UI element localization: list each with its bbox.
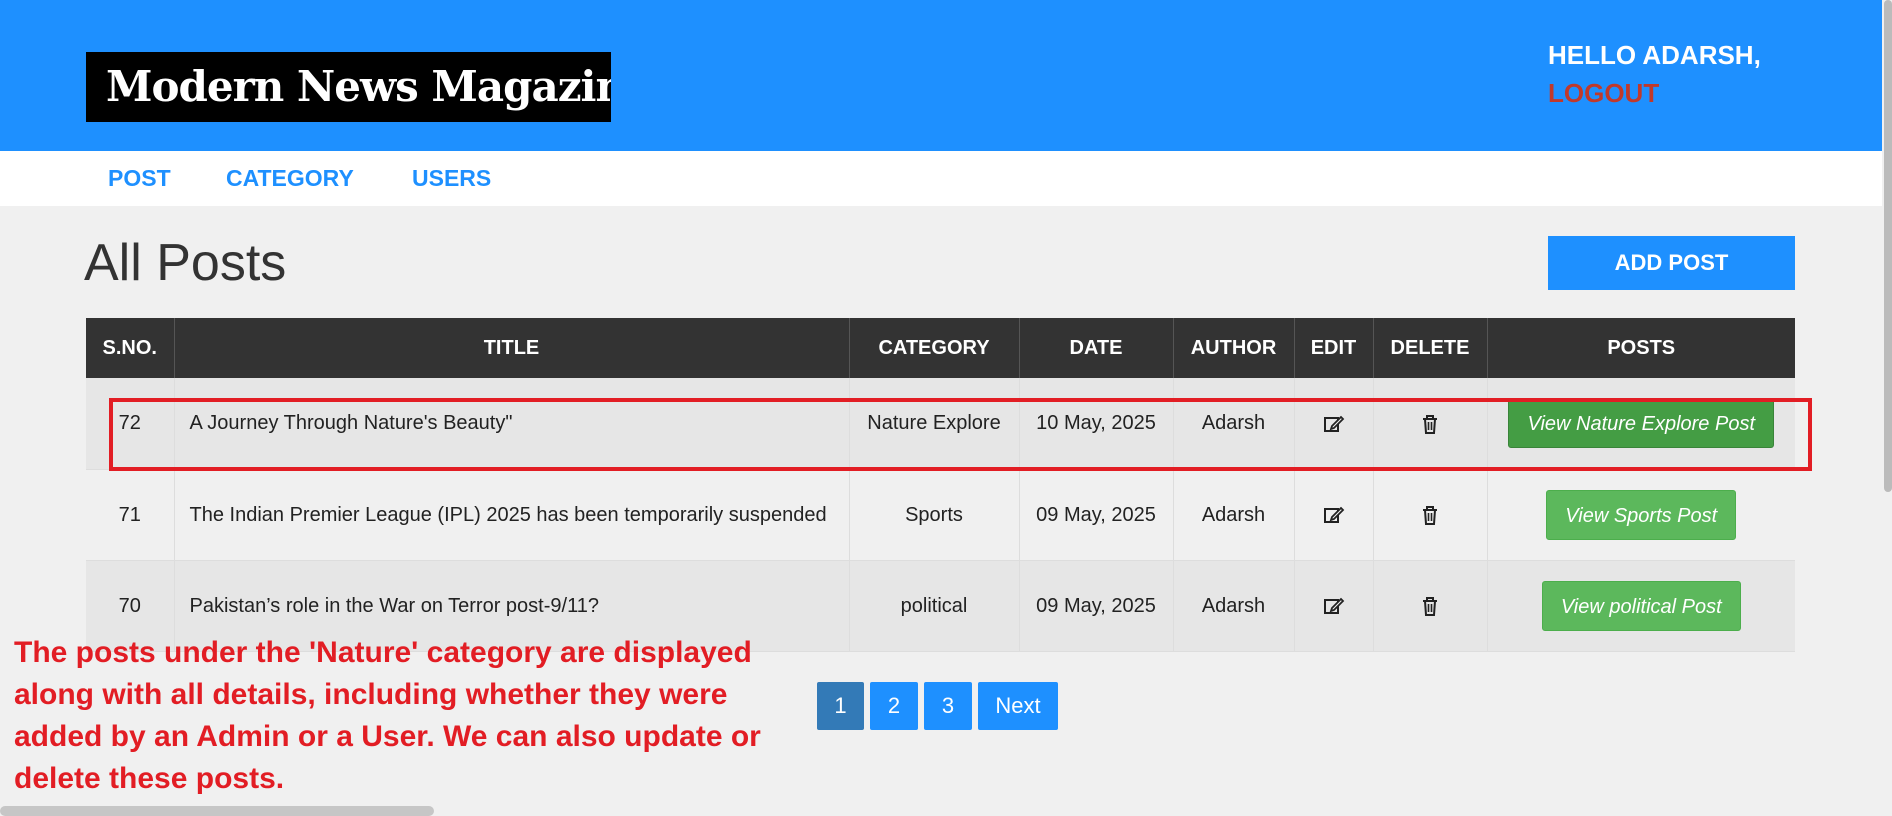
trash-icon[interactable]	[1419, 595, 1441, 617]
header-posts: POSTS	[1487, 318, 1795, 378]
page-title: All Posts	[84, 234, 287, 292]
table-row: 71 The Indian Premier League (IPL) 2025 …	[86, 469, 1795, 561]
header-delete: DELETE	[1373, 318, 1488, 378]
posts-table: S.NO. TITLE CATEGORY DATE AUTHOR EDIT DE…	[86, 318, 1795, 652]
cell-date: 10 May, 2025	[1019, 378, 1174, 470]
cell-title: The Indian Premier League (IPL) 2025 has…	[174, 469, 850, 561]
view-post-button[interactable]: View Sports Post	[1546, 489, 1737, 540]
header-date: DATE	[1019, 318, 1174, 378]
cell-edit	[1294, 469, 1374, 561]
page-1-button[interactable]: 1	[817, 682, 864, 730]
table-header-row: S.NO. TITLE CATEGORY DATE AUTHOR EDIT DE…	[86, 318, 1795, 378]
table-row: 72 A Journey Through Nature's Beauty" Na…	[86, 378, 1795, 470]
cell-delete	[1373, 469, 1488, 561]
add-post-button[interactable]: ADD POST	[1548, 236, 1795, 290]
site-logo[interactable]: Modern News Magazines	[86, 52, 611, 122]
cell-category: political	[849, 560, 1020, 652]
cell-author: Adarsh	[1173, 560, 1295, 652]
trash-icon[interactable]	[1419, 413, 1441, 435]
trash-icon[interactable]	[1419, 504, 1441, 526]
cell-category: Nature Explore	[849, 378, 1020, 470]
edit-icon[interactable]	[1323, 595, 1345, 617]
cell-date: 09 May, 2025	[1019, 560, 1174, 652]
horizontal-scrollbar[interactable]	[0, 806, 434, 816]
view-post-button[interactable]: View Nature Explore Post	[1508, 398, 1775, 449]
edit-icon[interactable]	[1323, 413, 1345, 435]
site-header: Modern News Magazines HELLO ADARSH, LOGO…	[0, 0, 1882, 151]
annotation-text: The posts under the 'Nature' category ar…	[14, 636, 761, 795]
cell-category: Sports	[849, 469, 1020, 561]
cell-delete	[1373, 378, 1488, 470]
page-3-button[interactable]: 3	[924, 682, 972, 730]
cell-edit	[1294, 560, 1374, 652]
view-post-button[interactable]: View political Post	[1541, 580, 1741, 631]
cell-view: View political Post	[1487, 560, 1795, 652]
header-category: CATEGORY	[849, 318, 1020, 378]
vertical-scrollbar[interactable]	[1884, 0, 1892, 492]
user-greeting: HELLO ADARSH,	[1548, 40, 1761, 70]
cell-sno: 72	[86, 378, 175, 470]
admin-nav: POST CATEGORY USERS	[0, 151, 1882, 206]
cell-view: View Sports Post	[1487, 469, 1795, 561]
nav-users[interactable]: USERS	[412, 165, 491, 192]
edit-icon[interactable]	[1323, 504, 1345, 526]
cell-view: View Nature Explore Post	[1487, 378, 1795, 470]
cell-delete	[1373, 560, 1488, 652]
header-title: TITLE	[174, 318, 850, 378]
nav-category[interactable]: CATEGORY	[226, 165, 354, 192]
cell-edit	[1294, 378, 1374, 470]
nav-post[interactable]: POST	[108, 165, 171, 192]
cell-title: A Journey Through Nature's Beauty"	[174, 378, 850, 470]
logout-link[interactable]: LOGOUT	[1548, 78, 1659, 109]
cell-date: 09 May, 2025	[1019, 469, 1174, 561]
cell-author: Adarsh	[1173, 469, 1295, 561]
page-2-button[interactable]: 2	[870, 682, 918, 730]
cell-author: Adarsh	[1173, 378, 1295, 470]
header-edit: EDIT	[1294, 318, 1374, 378]
header-sno: S.NO.	[86, 318, 175, 378]
header-author: AUTHOR	[1173, 318, 1295, 378]
cell-sno: 71	[86, 469, 175, 561]
next-page-button[interactable]: Next	[978, 682, 1058, 730]
